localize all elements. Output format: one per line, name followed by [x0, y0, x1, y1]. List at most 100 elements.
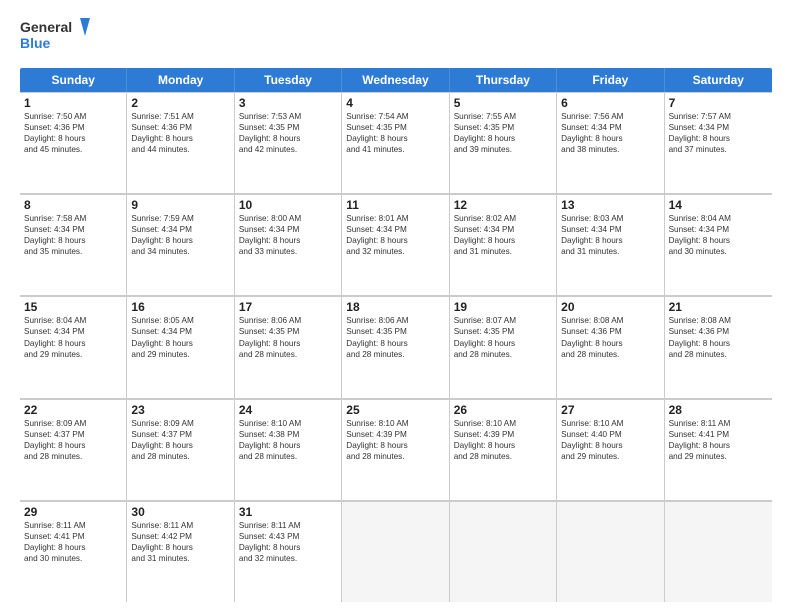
- cell-line-3: and 37 minutes.: [669, 144, 768, 155]
- day-number: 24: [239, 403, 337, 417]
- cell-line-1: Sunset: 4:41 PM: [669, 429, 768, 440]
- cell-line-3: and 32 minutes.: [239, 553, 337, 564]
- day-number: 29: [24, 505, 122, 519]
- weekday-header-monday: Monday: [127, 68, 234, 92]
- cell-line-3: and 42 minutes.: [239, 144, 337, 155]
- cell-line-2: Daylight: 8 hours: [561, 133, 659, 144]
- cell-line-0: Sunrise: 8:09 AM: [24, 418, 122, 429]
- day-cell-18: 18Sunrise: 8:06 AMSunset: 4:35 PMDayligh…: [342, 297, 449, 397]
- calendar-row-2: 8Sunrise: 7:58 AMSunset: 4:34 PMDaylight…: [20, 194, 772, 296]
- cell-line-3: and 29 minutes.: [24, 349, 122, 360]
- cell-line-3: and 30 minutes.: [24, 553, 122, 564]
- cell-line-1: Sunset: 4:34 PM: [24, 224, 122, 235]
- day-cell-19: 19Sunrise: 8:07 AMSunset: 4:35 PMDayligh…: [450, 297, 557, 397]
- day-cell-4: 4Sunrise: 7:54 AMSunset: 4:35 PMDaylight…: [342, 93, 449, 193]
- cell-line-2: Daylight: 8 hours: [561, 235, 659, 246]
- cell-line-1: Sunset: 4:35 PM: [454, 122, 552, 133]
- cell-line-3: and 28 minutes.: [561, 349, 659, 360]
- cell-line-0: Sunrise: 8:04 AM: [24, 315, 122, 326]
- cell-line-1: Sunset: 4:34 PM: [561, 122, 659, 133]
- cell-line-0: Sunrise: 7:51 AM: [131, 111, 229, 122]
- day-cell-12: 12Sunrise: 8:02 AMSunset: 4:34 PMDayligh…: [450, 195, 557, 295]
- cell-line-1: Sunset: 4:36 PM: [24, 122, 122, 133]
- day-number: 19: [454, 300, 552, 314]
- cell-line-2: Daylight: 8 hours: [24, 440, 122, 451]
- cell-line-1: Sunset: 4:34 PM: [131, 326, 229, 337]
- day-number: 7: [669, 96, 768, 110]
- cell-line-0: Sunrise: 8:10 AM: [561, 418, 659, 429]
- cell-line-3: and 41 minutes.: [346, 144, 444, 155]
- cell-line-2: Daylight: 8 hours: [454, 235, 552, 246]
- cell-line-2: Daylight: 8 hours: [346, 235, 444, 246]
- day-number: 22: [24, 403, 122, 417]
- day-cell-7: 7Sunrise: 7:57 AMSunset: 4:34 PMDaylight…: [665, 93, 772, 193]
- cell-line-3: and 28 minutes.: [24, 451, 122, 462]
- cell-line-0: Sunrise: 7:59 AM: [131, 213, 229, 224]
- day-number: 4: [346, 96, 444, 110]
- cell-line-1: Sunset: 4:34 PM: [454, 224, 552, 235]
- day-cell-30: 30Sunrise: 8:11 AMSunset: 4:42 PMDayligh…: [127, 502, 234, 602]
- cell-line-3: and 39 minutes.: [454, 144, 552, 155]
- empty-cell: [557, 502, 664, 602]
- day-cell-27: 27Sunrise: 8:10 AMSunset: 4:40 PMDayligh…: [557, 400, 664, 500]
- cell-line-3: and 28 minutes.: [346, 451, 444, 462]
- cell-line-1: Sunset: 4:35 PM: [346, 326, 444, 337]
- cell-line-2: Daylight: 8 hours: [454, 440, 552, 451]
- logo: General Blue: [20, 16, 90, 58]
- cell-line-3: and 33 minutes.: [239, 246, 337, 257]
- day-cell-28: 28Sunrise: 8:11 AMSunset: 4:41 PMDayligh…: [665, 400, 772, 500]
- cell-line-2: Daylight: 8 hours: [131, 338, 229, 349]
- cell-line-2: Daylight: 8 hours: [454, 338, 552, 349]
- cell-line-2: Daylight: 8 hours: [131, 133, 229, 144]
- cell-line-0: Sunrise: 8:07 AM: [454, 315, 552, 326]
- cell-line-2: Daylight: 8 hours: [24, 235, 122, 246]
- calendar-row-4: 22Sunrise: 8:09 AMSunset: 4:37 PMDayligh…: [20, 399, 772, 501]
- cell-line-0: Sunrise: 8:09 AM: [131, 418, 229, 429]
- weekday-header-sunday: Sunday: [20, 68, 127, 92]
- cell-line-1: Sunset: 4:39 PM: [346, 429, 444, 440]
- cell-line-3: and 31 minutes.: [454, 246, 552, 257]
- cell-line-2: Daylight: 8 hours: [346, 133, 444, 144]
- day-cell-14: 14Sunrise: 8:04 AMSunset: 4:34 PMDayligh…: [665, 195, 772, 295]
- cell-line-2: Daylight: 8 hours: [131, 542, 229, 553]
- day-number: 1: [24, 96, 122, 110]
- cell-line-2: Daylight: 8 hours: [561, 440, 659, 451]
- cell-line-3: and 29 minutes.: [131, 349, 229, 360]
- day-number: 13: [561, 198, 659, 212]
- cell-line-2: Daylight: 8 hours: [131, 440, 229, 451]
- cell-line-2: Daylight: 8 hours: [24, 542, 122, 553]
- cell-line-0: Sunrise: 8:00 AM: [239, 213, 337, 224]
- calendar-body: 1Sunrise: 7:50 AMSunset: 4:36 PMDaylight…: [20, 92, 772, 602]
- cell-line-2: Daylight: 8 hours: [239, 133, 337, 144]
- svg-text:General: General: [20, 19, 72, 35]
- day-cell-9: 9Sunrise: 7:59 AMSunset: 4:34 PMDaylight…: [127, 195, 234, 295]
- cell-line-3: and 28 minutes.: [454, 349, 552, 360]
- cell-line-2: Daylight: 8 hours: [239, 235, 337, 246]
- day-cell-1: 1Sunrise: 7:50 AMSunset: 4:36 PMDaylight…: [20, 93, 127, 193]
- cell-line-0: Sunrise: 7:54 AM: [346, 111, 444, 122]
- cell-line-0: Sunrise: 7:50 AM: [24, 111, 122, 122]
- cell-line-0: Sunrise: 8:10 AM: [346, 418, 444, 429]
- cell-line-1: Sunset: 4:35 PM: [346, 122, 444, 133]
- day-number: 6: [561, 96, 659, 110]
- day-cell-10: 10Sunrise: 8:00 AMSunset: 4:34 PMDayligh…: [235, 195, 342, 295]
- cell-line-2: Daylight: 8 hours: [131, 235, 229, 246]
- cell-line-1: Sunset: 4:34 PM: [239, 224, 337, 235]
- cell-line-1: Sunset: 4:34 PM: [561, 224, 659, 235]
- header: General Blue: [20, 16, 772, 58]
- cell-line-1: Sunset: 4:36 PM: [131, 122, 229, 133]
- cell-line-0: Sunrise: 8:11 AM: [24, 520, 122, 531]
- day-number: 9: [131, 198, 229, 212]
- cell-line-0: Sunrise: 7:55 AM: [454, 111, 552, 122]
- cell-line-1: Sunset: 4:41 PM: [24, 531, 122, 542]
- cell-line-0: Sunrise: 8:10 AM: [239, 418, 337, 429]
- cell-line-3: and 38 minutes.: [561, 144, 659, 155]
- cell-line-3: and 35 minutes.: [24, 246, 122, 257]
- cell-line-1: Sunset: 4:35 PM: [454, 326, 552, 337]
- cell-line-0: Sunrise: 8:05 AM: [131, 315, 229, 326]
- calendar-row-5: 29Sunrise: 8:11 AMSunset: 4:41 PMDayligh…: [20, 501, 772, 602]
- day-number: 3: [239, 96, 337, 110]
- day-cell-21: 21Sunrise: 8:08 AMSunset: 4:36 PMDayligh…: [665, 297, 772, 397]
- day-number: 14: [669, 198, 768, 212]
- cell-line-0: Sunrise: 7:58 AM: [24, 213, 122, 224]
